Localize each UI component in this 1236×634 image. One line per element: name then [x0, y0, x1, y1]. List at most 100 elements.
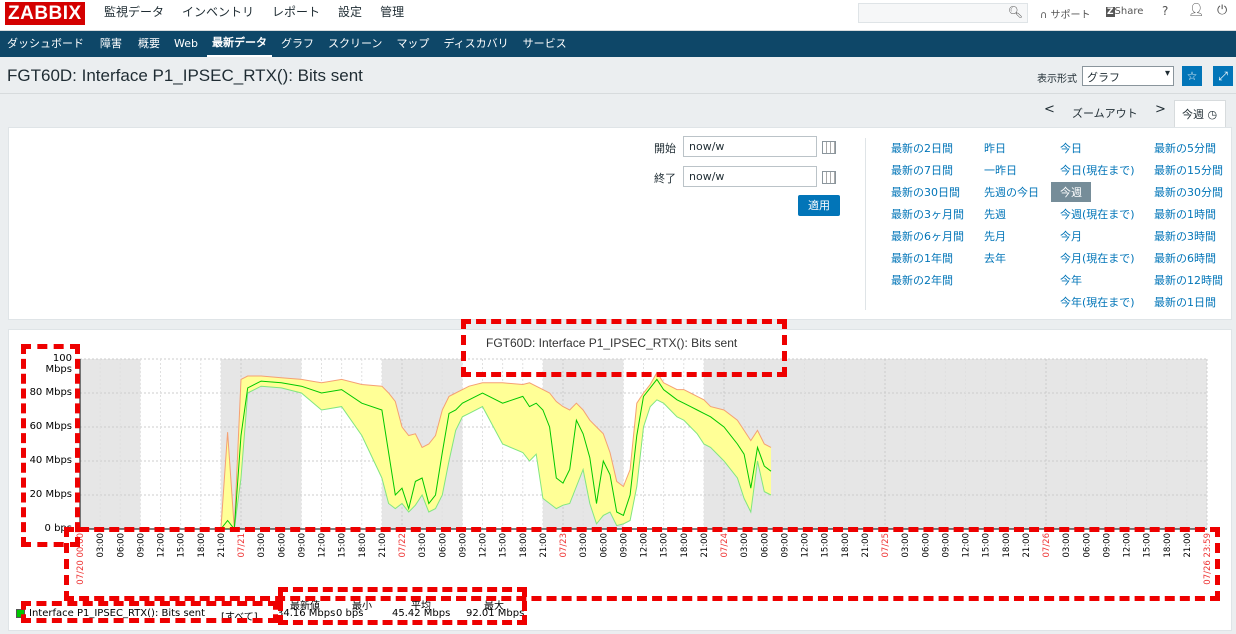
- quick-range-link[interactable]: 今月: [1060, 228, 1082, 244]
- time-range-tab-label: 今週: [1182, 108, 1204, 121]
- quick-range-link[interactable]: 先週の今日: [984, 184, 1039, 200]
- page-title: FGT60D: Interface P1_IPSEC_RTX(): Bits s…: [7, 66, 363, 85]
- sub-menu: ダッシュボード 障害 概要 Web 最新データ グラフ スクリーン マップ ディ…: [2, 31, 572, 57]
- stats-value-last: 34.16 Mbps: [277, 608, 336, 619]
- share-z-icon: Z: [1106, 7, 1115, 17]
- quick-range-link[interactable]: 今日: [1060, 140, 1082, 156]
- y-tick-label: 60 Mbps: [29, 421, 72, 432]
- quick-range-link[interactable]: 今週: [1051, 182, 1091, 202]
- quick-range-link[interactable]: 今年(現在まで): [1060, 294, 1135, 310]
- share-label: Share: [1114, 6, 1144, 17]
- time-range-tab[interactable]: 今週 ◷: [1174, 100, 1226, 127]
- search-input[interactable]: 🔍︎: [858, 3, 1028, 23]
- from-label: 開始: [654, 142, 676, 155]
- quick-range-link[interactable]: 最新の15分間: [1154, 162, 1223, 178]
- quick-range-link[interactable]: 去年: [984, 250, 1006, 266]
- to-input[interactable]: now/w: [683, 166, 817, 187]
- chevron-down-icon: ▾: [1164, 68, 1170, 79]
- logout-icon[interactable]: ⏻: [1217, 3, 1227, 18]
- header-divider: [0, 93, 1236, 94]
- view-as-value: グラフ: [1087, 71, 1120, 84]
- menu-reports[interactable]: レポート: [263, 0, 329, 31]
- quick-range-link[interactable]: 最新の12時間: [1154, 272, 1223, 288]
- stats-value-avg: 45.42 Mbps: [392, 608, 451, 619]
- quick-range-link[interactable]: 最新の1年間: [891, 250, 953, 266]
- sub-dashboard[interactable]: ダッシュボード: [2, 31, 89, 57]
- legend-item-name: Interface P1_IPSEC_RTX(): Bits sent: [29, 608, 206, 619]
- sub-menu-bar: ダッシュボード 障害 概要 Web 最新データ グラフ スクリーン マップ ディ…: [0, 31, 1236, 57]
- y-tick-label: 100 Mbps: [45, 353, 72, 375]
- stats-value-max: 92.01 Mbps: [466, 608, 525, 619]
- sub-screens[interactable]: スクリーン: [323, 31, 387, 57]
- clock-icon: ◷: [1207, 108, 1218, 121]
- quick-range-link[interactable]: 最新の30日間: [891, 184, 960, 200]
- sub-web[interactable]: Web: [169, 31, 203, 57]
- quick-range-link[interactable]: 最新の2日間: [891, 140, 953, 156]
- fullscreen-button[interactable]: ⤢: [1213, 66, 1233, 86]
- sub-problems[interactable]: 障害: [95, 31, 127, 57]
- quick-range-link[interactable]: 今週(現在まで): [1060, 206, 1135, 222]
- quick-range-link[interactable]: 最新の6ヶ月間: [891, 228, 964, 244]
- time-filter-panel: [8, 127, 1232, 320]
- user-profile-icon[interactable]: 👤︎: [1188, 3, 1205, 18]
- to-calendar-icon[interactable]: [822, 171, 836, 184]
- search-icon[interactable]: 🔍︎: [1008, 5, 1023, 19]
- share-link[interactable]: ZShare: [1106, 6, 1143, 17]
- sub-overview[interactable]: 概要: [133, 31, 165, 57]
- headset-icon: ∩: [1040, 10, 1048, 21]
- from-input[interactable]: now/w: [683, 136, 817, 157]
- quick-range-link[interactable]: 今日(現在まで): [1060, 162, 1135, 178]
- sub-latest-data[interactable]: 最新データ: [206, 31, 272, 57]
- sub-graphs[interactable]: グラフ: [276, 31, 319, 57]
- add-to-favourites-button[interactable]: ☆: [1182, 66, 1202, 86]
- quick-range-link[interactable]: 最新の1時間: [1154, 206, 1216, 222]
- zoom-out-button[interactable]: ズームアウト: [1072, 105, 1138, 121]
- legend-item-func: [すべて]: [221, 612, 258, 623]
- star-icon: ☆: [1186, 69, 1198, 83]
- sub-maps[interactable]: マップ: [391, 31, 434, 57]
- zoom-prev-icon[interactable]: <: [1044, 102, 1055, 117]
- quick-range-link[interactable]: 先週: [984, 206, 1006, 222]
- view-as-label: 表示形式: [1037, 74, 1077, 85]
- quick-range-link[interactable]: 昨日: [984, 140, 1006, 156]
- legend-swatch: [16, 609, 25, 618]
- sub-services[interactable]: サービス: [518, 31, 572, 57]
- from-calendar-icon[interactable]: [822, 141, 836, 154]
- quick-range-link[interactable]: 最新の6時間: [1154, 250, 1216, 266]
- quick-range-link[interactable]: 一昨日: [984, 162, 1017, 178]
- top-menu: 監視データ インベントリ レポート 設定 管理: [95, 0, 413, 38]
- quick-range-link[interactable]: 最新の7日間: [891, 162, 953, 178]
- stats-value-min: 0 bps: [336, 608, 364, 619]
- help-icon[interactable]: ?: [1162, 4, 1168, 18]
- graph-panel: [8, 329, 1232, 631]
- menu-monitoring[interactable]: 監視データ: [95, 0, 173, 38]
- zabbix-logo[interactable]: ZABBIX: [5, 2, 85, 25]
- y-tick-label: 40 Mbps: [29, 455, 72, 466]
- quick-range-link[interactable]: 今月(現在まで): [1060, 250, 1135, 266]
- quick-range-link[interactable]: 最新の3時間: [1154, 228, 1216, 244]
- quick-range-link[interactable]: 最新の30分間: [1154, 184, 1223, 200]
- fullscreen-icon: ⤢: [1218, 69, 1228, 83]
- quick-range-link[interactable]: 最新の1日間: [1154, 294, 1216, 310]
- menu-administration[interactable]: 管理: [371, 0, 413, 31]
- support-link[interactable]: ∩ サポート: [1040, 6, 1091, 21]
- quick-range-link[interactable]: 先月: [984, 228, 1006, 244]
- y-tick-label: 20 Mbps: [29, 489, 72, 500]
- menu-configuration[interactable]: 設定: [329, 0, 371, 31]
- quick-range-link[interactable]: 最新の2年間: [891, 272, 953, 288]
- view-as-select[interactable]: グラフ ▾: [1082, 66, 1174, 86]
- quick-range-link[interactable]: 最新の5分間: [1154, 140, 1216, 156]
- apply-button[interactable]: 適用: [798, 195, 840, 216]
- quick-range-link[interactable]: 今年: [1060, 272, 1082, 288]
- top-bar: ZABBIX 監視データ インベントリ レポート 設定 管理 🔍︎ ∩ サポート…: [0, 0, 1236, 38]
- sub-discovery[interactable]: ディスカバリ: [438, 31, 513, 57]
- zoom-next-icon[interactable]: >: [1155, 102, 1166, 117]
- filter-divider: [865, 138, 866, 310]
- menu-inventory[interactable]: インベントリ: [173, 0, 263, 31]
- y-tick-label: 0 bps: [44, 523, 72, 534]
- y-tick-label: 80 Mbps: [29, 387, 72, 398]
- support-label: サポート: [1050, 10, 1091, 21]
- graph-title: FGT60D: Interface P1_IPSEC_RTX(): Bits s…: [486, 336, 738, 350]
- to-label: 終了: [654, 172, 676, 185]
- quick-range-link[interactable]: 最新の3ヶ月間: [891, 206, 964, 222]
